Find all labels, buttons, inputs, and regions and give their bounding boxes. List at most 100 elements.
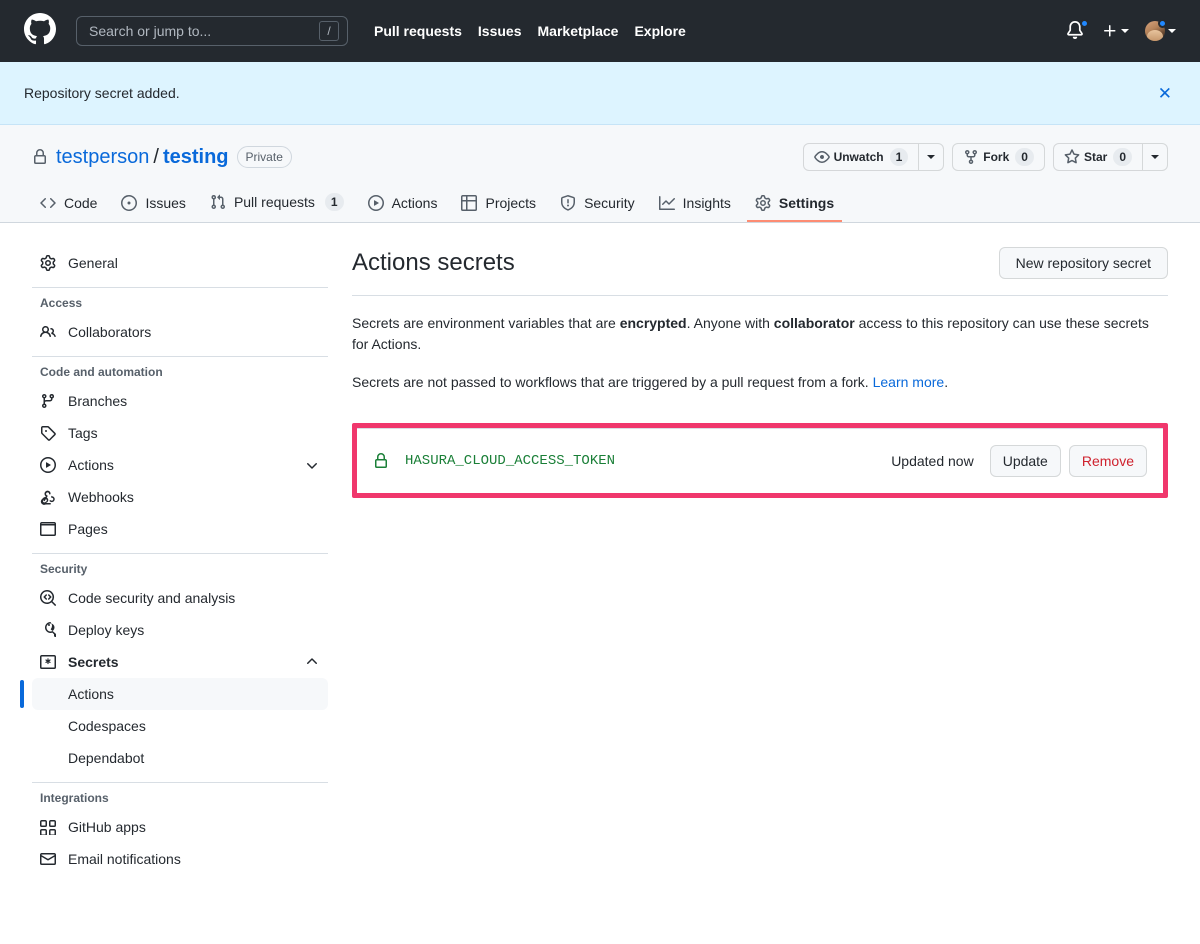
page-title: Actions secrets: [352, 249, 515, 277]
page-body: General Access Collaborators Code and au…: [0, 223, 1200, 877]
unwatch-button[interactable]: Unwatch 1: [803, 143, 919, 171]
repository-tabs: Code Issues Pull requests 1 Actions Proj…: [32, 185, 1168, 222]
main-content: Actions secrets New repository secret Se…: [328, 247, 1168, 877]
sidebar-item-collaborators[interactable]: Collaborators: [32, 316, 328, 348]
tab-security[interactable]: Security: [552, 187, 643, 222]
repository-actions: Unwatch 1 Fork 0 Star 0: [803, 143, 1168, 171]
update-secret-button[interactable]: Update: [990, 445, 1061, 477]
table-row: HASURA_CLOUD_ACCESS_TOKEN Updated now Up…: [357, 429, 1163, 493]
secret-updated-time: Updated now: [891, 453, 974, 469]
sidebar-item-deploy-keys[interactable]: Deploy keys: [32, 614, 328, 646]
star-button-group: Star 0: [1053, 143, 1168, 171]
breadcrumb-repo[interactable]: testing: [163, 146, 229, 169]
sidebar-subitem-secrets-dependabot[interactable]: Dependabot: [32, 742, 328, 774]
header-right-actions: [1066, 21, 1184, 41]
tab-pull-requests[interactable]: Pull requests 1: [202, 185, 352, 222]
search-shortcut-key: /: [319, 21, 339, 41]
sidebar-subitem-secrets-actions-label: Actions: [68, 686, 114, 702]
sidebar-item-code-security-label: Code security and analysis: [68, 590, 235, 606]
sidebar-item-github-apps[interactable]: GitHub apps: [32, 811, 328, 843]
sidebar-item-branches-label: Branches: [68, 393, 127, 409]
secret-name[interactable]: HASURA_CLOUD_ACCESS_TOKEN: [405, 453, 615, 469]
new-repository-secret-button[interactable]: New repository secret: [999, 247, 1168, 279]
fork-label: Fork: [983, 150, 1009, 164]
tab-settings[interactable]: Settings: [747, 187, 842, 222]
sidebar-item-webhooks-label: Webhooks: [68, 489, 134, 505]
chevron-down-icon: [927, 155, 935, 159]
sidebar-item-secrets-label: Secrets: [68, 654, 119, 670]
key-asterisk-icon: [40, 654, 56, 670]
close-icon[interactable]: ✕: [1154, 81, 1176, 106]
desc1-bold-encrypted: encrypted: [620, 315, 687, 331]
sidebar-section-security: Security Code security and analysis Depl…: [32, 562, 328, 774]
chevron-down-icon: [1151, 155, 1159, 159]
sidebar-item-general[interactable]: General: [32, 247, 328, 279]
sidebar-section-code-and-automation: Code and automation Branches Tags Action…: [32, 365, 328, 545]
sidebar-item-email-notifications[interactable]: Email notifications: [32, 843, 328, 875]
header-nav-explore[interactable]: Explore: [634, 23, 685, 39]
sidebar-item-code-security-and-analysis[interactable]: Code security and analysis: [32, 582, 328, 614]
fork-button[interactable]: Fork 0: [952, 143, 1045, 171]
remove-secret-button[interactable]: Remove: [1069, 445, 1147, 477]
repository-title-row: testperson / testing Private Unwatch 1 F…: [32, 141, 1168, 173]
browser-icon: [40, 521, 56, 537]
breadcrumb-owner[interactable]: testperson: [56, 146, 149, 169]
sidebar-item-branches[interactable]: Branches: [32, 385, 328, 417]
notifications-button[interactable]: [1066, 21, 1086, 41]
desc2-suffix: .: [944, 374, 948, 390]
desc1-part1: Secrets are environment variables that a…: [352, 315, 620, 331]
star-dropdown-button[interactable]: [1142, 143, 1168, 171]
codescan-icon: [40, 590, 56, 606]
sidebar-item-webhooks[interactable]: Webhooks: [32, 481, 328, 513]
sidebar-heading-security: Security: [32, 562, 328, 576]
secrets-list: HASURA_CLOUD_ACCESS_TOKEN Updated now Up…: [357, 428, 1163, 493]
repo-forked-icon: [963, 149, 979, 165]
sidebar-heading-integrations: Integrations: [32, 791, 328, 805]
header-nav: Pull requests Issues Marketplace Explore: [374, 23, 686, 39]
tab-insights[interactable]: Insights: [651, 187, 739, 222]
chevron-up-icon: [304, 654, 320, 670]
header-nav-marketplace[interactable]: Marketplace: [538, 23, 619, 39]
sidebar-item-collaborators-label: Collaborators: [68, 324, 151, 340]
header-nav-pull-requests[interactable]: Pull requests: [374, 23, 462, 39]
sidebar-heading-code-and-automation: Code and automation: [32, 365, 328, 379]
status-badge: Private: [237, 146, 292, 168]
sidebar-item-actions-label: Actions: [68, 457, 114, 473]
sidebar-item-pages[interactable]: Pages: [32, 513, 328, 545]
desc2-text: Secrets are not passed to workflows that…: [352, 374, 873, 390]
sidebar-item-tags-label: Tags: [68, 425, 98, 441]
main-header: Actions secrets New repository secret: [352, 247, 1168, 296]
watch-dropdown-button[interactable]: [918, 143, 944, 171]
desc1-part2: . Anyone with: [687, 315, 774, 331]
tab-pull-requests-label: Pull requests: [234, 194, 315, 210]
gear-icon: [40, 255, 56, 271]
learn-more-link[interactable]: Learn more: [873, 374, 945, 390]
sidebar-subitem-secrets-codespaces-label: Codespaces: [68, 718, 146, 734]
star-button[interactable]: Star 0: [1053, 143, 1142, 171]
tab-settings-label: Settings: [779, 195, 834, 211]
sidebar-item-tags[interactable]: Tags: [32, 417, 328, 449]
desc1-bold-collaborator: collaborator: [774, 315, 855, 331]
tab-issues[interactable]: Issues: [113, 187, 193, 222]
sidebar-subitem-secrets-codespaces[interactable]: Codespaces: [32, 710, 328, 742]
people-icon: [40, 324, 56, 340]
breadcrumb: testperson / testing: [56, 146, 229, 169]
header-nav-issues[interactable]: Issues: [478, 23, 522, 39]
user-menu-button[interactable]: [1145, 21, 1176, 41]
sidebar-subitem-secrets-actions[interactable]: Actions: [32, 678, 328, 710]
chevron-down-icon: [1168, 29, 1176, 33]
secrets-description-1: Secrets are environment variables that a…: [352, 313, 1168, 355]
tab-code[interactable]: Code: [32, 187, 105, 222]
github-logo-icon[interactable]: [24, 13, 60, 49]
tab-actions[interactable]: Actions: [360, 187, 446, 222]
global-header: Search or jump to... / Pull requests Iss…: [0, 0, 1200, 62]
tab-pull-requests-count: 1: [325, 193, 344, 211]
table-icon: [461, 195, 477, 211]
sidebar-item-actions[interactable]: Actions: [32, 449, 328, 481]
tab-projects-label: Projects: [485, 195, 536, 211]
create-new-button[interactable]: [1102, 23, 1129, 39]
search-placeholder: Search or jump to...: [89, 23, 319, 39]
sidebar-item-secrets[interactable]: Secrets: [32, 646, 328, 678]
search-input[interactable]: Search or jump to... /: [76, 16, 348, 46]
tab-projects[interactable]: Projects: [453, 187, 544, 222]
